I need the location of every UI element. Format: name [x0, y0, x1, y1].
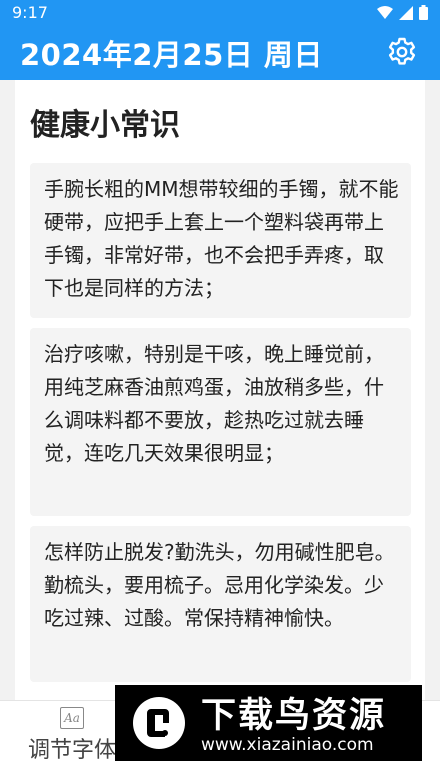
tip-card: 怎样防止脱发?勤洗头，勿用碱性肥皂。勤梳头，要用梳子。忌用化学染发。少吃过辣、过… [30, 526, 411, 682]
tip-text: 手腕长粗的MM想带较细的手镯，就不能硬带，应把手上套上一个塑料袋再带上手镯，非常… [44, 177, 399, 300]
signal-icon [399, 5, 413, 20]
wifi-icon [377, 5, 393, 19]
section-title: 健康小常识 [30, 108, 180, 143]
status-bar: 9:17 [0, 0, 440, 26]
battery-icon [419, 5, 428, 20]
tip-card: 手腕长粗的MM想带较细的手镯，就不能硬带，应把手上套上一个塑料袋再带上手镯，非常… [30, 163, 411, 318]
bird-logo-icon [133, 697, 185, 749]
watermark: 下载鸟资源 www.xiazainiao.com [115, 685, 422, 761]
nav-adjust-font[interactable]: Aa 调节字体 [24, 701, 120, 771]
status-time: 9:17 [12, 3, 48, 22]
page-title: 2024年2月25日 周日 [20, 38, 323, 72]
watermark-title: 下载鸟资源 [201, 696, 387, 736]
status-icons [377, 5, 428, 20]
tip-card: 治疗咳嗽，特别是干咳，晚上睡觉前，用纯芝麻香油煎鸡蛋，油放稍多些，什么调味料都不… [30, 328, 411, 516]
tip-text: 治疗咳嗽，特别是干咳，晚上睡觉前，用纯芝麻香油煎鸡蛋，油放稍多些，什么调味料都不… [44, 342, 384, 465]
app-bar: 2024年2月25日 周日 [0, 26, 440, 80]
nav-label: 调节字体 [27, 738, 116, 763]
health-tips-panel: 健康小常识 手腕长粗的MM想带较细的手镯，就不能硬带，应把手上套上一个塑料袋再带… [15, 80, 425, 700]
watermark-url: www.xiazainiao.com [201, 735, 374, 755]
tip-text: 怎样防止脱发?勤洗头，勿用碱性肥皂。勤梳头，要用梳子。忌用化学染发。少吃过辣、过… [44, 540, 395, 630]
gear-icon [388, 37, 416, 65]
font-size-icon: Aa [60, 707, 84, 729]
settings-button[interactable] [386, 36, 418, 68]
